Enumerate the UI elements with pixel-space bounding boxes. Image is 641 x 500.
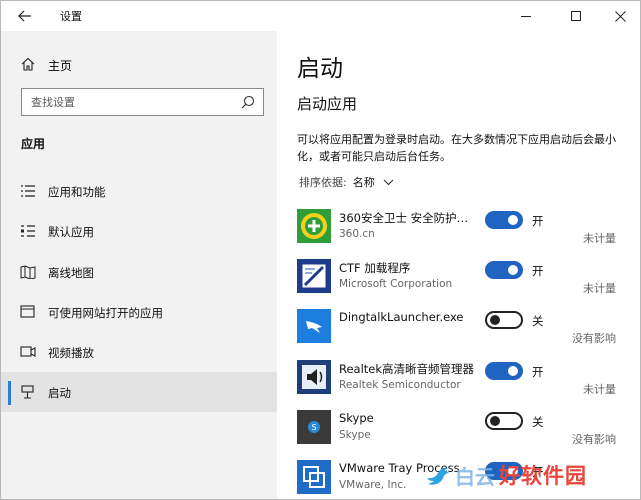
back-button[interactable]: [11, 3, 39, 29]
startup-toggle[interactable]: [485, 412, 523, 430]
app-name: Skype: [339, 411, 374, 425]
map-icon: [20, 265, 36, 279]
app-name: 360安全卫士 安全防护中...: [339, 211, 479, 225]
sort-dropdown[interactable]: 排序依据: 名称: [299, 174, 394, 190]
startup-toggle[interactable]: [485, 311, 523, 329]
toggle-state: 开: [532, 365, 544, 379]
startup-toggle[interactable]: [485, 211, 523, 229]
app-name: CTF 加载程序: [339, 261, 411, 275]
section-title: 应用: [21, 137, 46, 151]
description-text: 可以将应用配置为登录时启动。在大多数情况下应用启动后会最小化，或者可能只启动后台…: [297, 133, 616, 163]
watermark: 白云 好软件园: [425, 453, 637, 497]
sort-label: 排序依据:: [299, 176, 347, 189]
watermark-text-b: 好软件园: [499, 464, 587, 488]
sidebar-item-label: 视频播放: [48, 346, 94, 360]
window-title: 设置: [60, 10, 82, 23]
home-label: 主页: [48, 59, 73, 73]
main-content: 启动 启动应用 可以将应用配置为登录时启动。在大多数情况下应用启动后会最小化，或…: [277, 31, 640, 499]
realtek-speaker-icon: [297, 360, 331, 394]
list-item: DingtalkLauncher.exe 关 没有影响: [277, 309, 640, 359]
sidebar-item-label: 启动: [48, 386, 71, 400]
title-bar: 设置: [1, 1, 640, 31]
svg-text:S: S: [311, 423, 316, 432]
video-icon: [20, 346, 36, 357]
sidebar-item-label: 应用和功能: [48, 185, 106, 199]
sidebar-item-web-apps[interactable]: 可使用网站打开的应用: [1, 292, 277, 332]
search-input[interactable]: [31, 94, 231, 110]
maximize-icon: [570, 10, 581, 21]
dingtalk-icon: [297, 309, 331, 343]
sidebar-item-home[interactable]: 主页: [1, 53, 277, 75]
360-icon: [297, 209, 331, 243]
startup-impact: 未计量: [583, 383, 616, 396]
list-item: CTF 加载程序 Microsoft Corporation 开 未计量: [277, 259, 640, 309]
startup-impact: 没有影响: [572, 433, 616, 446]
startup-toggle[interactable]: [485, 261, 523, 279]
chevron-down-icon: [383, 179, 394, 186]
app-name: DingtalkLauncher.exe: [339, 310, 464, 324]
minimize-icon: [520, 15, 531, 17]
sidebar-item-label: 可使用网站打开的应用: [48, 306, 163, 320]
list-item: 360安全卫士 安全防护中... 360.cn 开 未计量: [277, 209, 640, 259]
list-icon: [21, 185, 35, 197]
sidebar-item-startup[interactable]: 启动: [1, 372, 277, 412]
toggle-state: 关: [532, 314, 544, 328]
minimize-button[interactable]: [503, 1, 549, 31]
vmware-icon: [297, 460, 331, 494]
startup-icon: [21, 385, 34, 399]
sidebar-item-offline-maps[interactable]: 离线地图: [1, 252, 277, 292]
search-box[interactable]: [21, 88, 264, 116]
bird-logo-icon: [427, 467, 449, 485]
page-title: 启动: [297, 56, 343, 82]
skype-icon: S: [297, 410, 331, 444]
section-subtitle: 启动应用: [297, 95, 358, 113]
home-icon: [21, 57, 35, 71]
settings-window: 设置 主页 应用 应用和功能 默认应用 离: [0, 0, 641, 500]
startup-impact: 没有影响: [572, 332, 616, 345]
ctf-loader-icon: [297, 259, 331, 293]
web-app-icon: [20, 305, 35, 318]
sidebar: 主页 应用 应用和功能 默认应用 离线地图 可使用网站打开的应用 视频播放: [1, 31, 277, 499]
sidebar-item-video-playback[interactable]: 视频播放: [1, 332, 277, 372]
sidebar-item-apps-features[interactable]: 应用和功能: [1, 171, 277, 211]
maximize-button[interactable]: [553, 1, 599, 31]
app-publisher: 360.cn: [339, 228, 375, 240]
app-publisher: Microsoft Corporation: [339, 278, 453, 290]
back-arrow-icon: [18, 10, 31, 22]
watermark-text-a: 白云: [455, 464, 495, 489]
startup-toggle[interactable]: [485, 362, 523, 380]
sidebar-item-label: 默认应用: [48, 225, 94, 239]
close-icon: [614, 10, 626, 22]
sort-value: 名称: [352, 176, 375, 189]
startup-impact: 未计量: [583, 232, 616, 245]
search-icon: [241, 95, 255, 109]
app-publisher: Skype: [339, 429, 371, 441]
sidebar-item-default-apps[interactable]: 默认应用: [1, 211, 277, 251]
toggle-state: 关: [532, 415, 544, 429]
list-item: Realtek高清晰音频管理器 Realtek Semiconductor 开 …: [277, 360, 640, 410]
toggle-state: 开: [532, 214, 544, 228]
sidebar-item-label: 离线地图: [48, 266, 94, 280]
default-apps-icon: [21, 225, 35, 237]
app-publisher: Realtek Semiconductor: [339, 379, 461, 391]
startup-impact: 未计量: [583, 282, 616, 295]
toggle-state: 开: [532, 264, 544, 278]
close-button[interactable]: [597, 1, 640, 31]
app-name: Realtek高清晰音频管理器: [339, 362, 475, 376]
